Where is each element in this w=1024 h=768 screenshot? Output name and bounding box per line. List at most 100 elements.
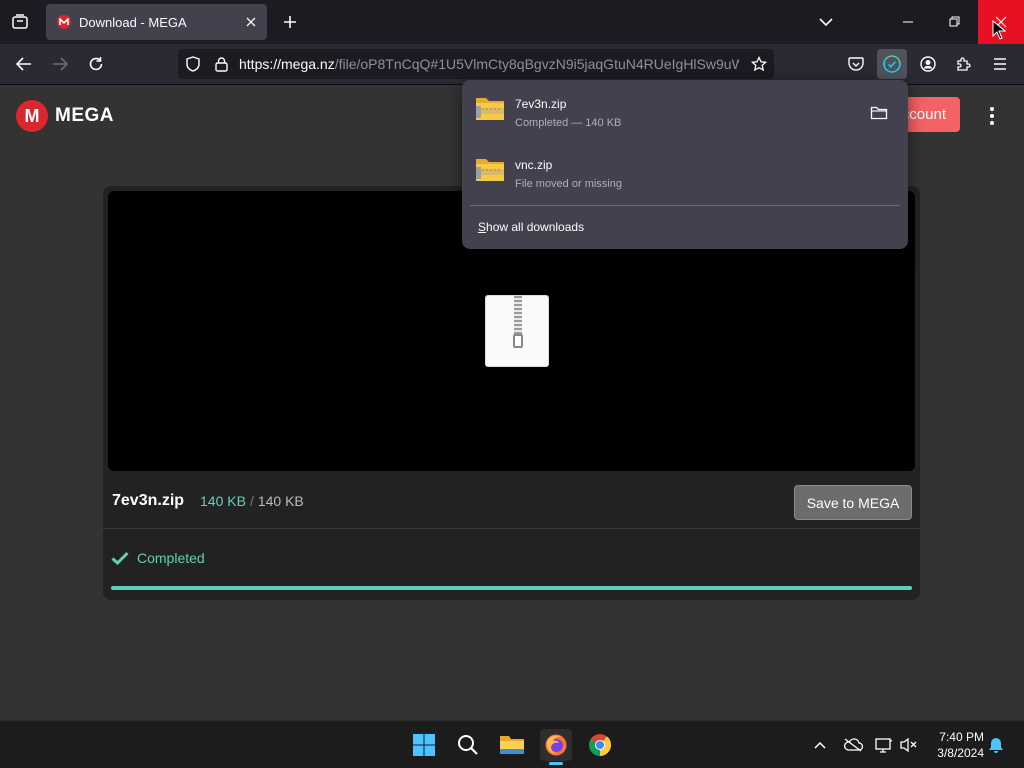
chevron-up-icon (814, 741, 826, 749)
file-name: 7ev3n.zip (112, 492, 185, 509)
file-info-row: 7ev3n.zip 140 KB/140 KB Save to MEGA (103, 471, 920, 529)
plus-icon (284, 16, 296, 28)
star-icon (751, 56, 767, 72)
downloaded-size: 140 KB (200, 493, 246, 509)
windows-taskbar: 7:40 PM 3/8/2024 (0, 720, 1024, 768)
show-all-downloads-button[interactable]: Show all downloads (478, 220, 584, 234)
file-explorer-button[interactable] (496, 729, 528, 761)
tabs-overflow-button[interactable] (814, 10, 838, 34)
url-host: https://mega.nz (239, 56, 335, 72)
url-text: https://mega.nz/file/oP8TnCqQ#1U5VlmCty8… (239, 56, 739, 72)
extensions-button[interactable] (950, 50, 978, 78)
app-menu-button[interactable] (986, 50, 1014, 78)
tab-list-icon (12, 14, 28, 29)
arrow-right-icon (53, 57, 68, 71)
search-button[interactable] (452, 729, 484, 761)
size-separator: / (249, 493, 254, 509)
browser-tab-bar: Download - MEGA (0, 0, 1024, 44)
url-path: /file/oP8TnCqQ#1U5VlmCty8qBgvzN9i5jaqGtu… (334, 56, 739, 72)
site-info-button[interactable] (212, 55, 230, 73)
browser-nav-bar: https://mega.nz/file/oP8TnCqQ#1U5VlmCty8… (0, 44, 1024, 85)
download-item-name: 7ev3n.zip (515, 97, 567, 111)
progress-fill (111, 586, 912, 590)
windows-logo-icon (413, 734, 435, 756)
restore-icon (949, 16, 960, 27)
more-options-button[interactable] (982, 104, 1002, 128)
file-size: 140 KB/140 KB (200, 493, 304, 509)
list-all-tabs-button[interactable] (8, 10, 32, 34)
downloads-panel: 7ev3n.zip Completed — 140 KB vnc.zip Fil… (462, 80, 908, 249)
volume-button[interactable] (898, 735, 918, 755)
download-item-status: File moved or missing (515, 178, 622, 190)
pocket-icon (848, 56, 864, 71)
total-size: 140 KB (257, 493, 304, 509)
shield-icon (186, 56, 200, 72)
mouse-cursor-icon (992, 20, 1006, 40)
window-minimize-button[interactable] (886, 0, 932, 44)
zip-file-icon (485, 295, 549, 367)
firefox-taskbar-button[interactable] (540, 729, 572, 761)
start-button[interactable] (408, 729, 440, 761)
save-to-mega-button[interactable]: Save to MEGA (794, 485, 912, 520)
folder-open-icon[interactable] (870, 105, 888, 121)
download-item[interactable]: 7ev3n.zip Completed — 140 KB (462, 80, 908, 138)
search-icon (458, 735, 478, 755)
hamburger-menu-icon (994, 58, 1006, 70)
panel-divider (470, 205, 900, 206)
back-button[interactable] (10, 50, 38, 78)
clock[interactable]: 7:40 PM 3/8/2024 (928, 729, 984, 761)
mega-logo-text: MEGA (55, 105, 114, 126)
bookmark-button[interactable] (748, 53, 770, 75)
account-button[interactable] (914, 50, 942, 78)
reload-icon (89, 57, 103, 71)
close-icon (246, 17, 256, 27)
forward-button[interactable] (46, 50, 74, 78)
download-item-name: vnc.zip (515, 158, 553, 172)
url-bar[interactable]: https://mega.nz/file/oP8TnCqQ#1U5VlmCty8… (178, 49, 774, 79)
screen: { "browser": { "tab": { "title": "Downlo… (0, 0, 1024, 768)
onedrive-button[interactable] (842, 735, 864, 755)
mega-logo[interactable]: M MEGA (16, 100, 114, 132)
reload-button[interactable] (82, 50, 110, 78)
cloud-offline-icon (844, 738, 863, 752)
notifications-button[interactable] (986, 735, 1006, 755)
tab-title: Download - MEGA (79, 14, 187, 30)
clock-time: 7:40 PM (939, 730, 984, 744)
window-restore-button[interactable] (932, 0, 978, 44)
tracking-protection-button[interactable] (184, 55, 202, 73)
kebab-dot (990, 114, 994, 118)
zip-folder-icon (476, 159, 504, 181)
new-tab-button[interactable] (278, 10, 302, 34)
minimize-icon (903, 21, 913, 23)
puzzle-icon (957, 57, 971, 71)
kebab-dot (990, 107, 994, 111)
chrome-icon (589, 734, 611, 756)
pocket-button[interactable] (842, 50, 870, 78)
zipper-pull (513, 334, 523, 348)
chrome-taskbar-button[interactable] (584, 729, 616, 761)
zip-folder-icon (476, 98, 504, 120)
speaker-muted-icon (900, 737, 917, 753)
downloads-button[interactable] (877, 49, 907, 79)
tab-download-mega[interactable]: Download - MEGA (46, 4, 267, 40)
show-hidden-icons-button[interactable] (810, 735, 830, 755)
download-item[interactable]: vnc.zip File moved or missing (462, 141, 908, 199)
chevron-down-icon (819, 18, 833, 27)
tab-close-button[interactable] (241, 12, 261, 32)
kebab-dot (990, 121, 994, 125)
clock-date: 3/8/2024 (937, 746, 984, 760)
download-status: Completed (111, 550, 205, 566)
network-button[interactable] (874, 735, 894, 755)
active-app-indicator (549, 762, 563, 765)
download-progress-bar (111, 586, 912, 590)
mega-logo-badge: M (16, 100, 48, 132)
download-complete-icon (883, 55, 901, 73)
mega-favicon-icon (57, 15, 71, 29)
lock-icon (214, 57, 228, 72)
download-item-status: Completed — 140 KB (515, 117, 622, 129)
status-text: Completed (137, 550, 205, 566)
network-icon (875, 738, 893, 753)
arrow-left-icon (16, 57, 31, 71)
firefox-icon (545, 734, 567, 756)
bell-icon (989, 737, 1003, 753)
